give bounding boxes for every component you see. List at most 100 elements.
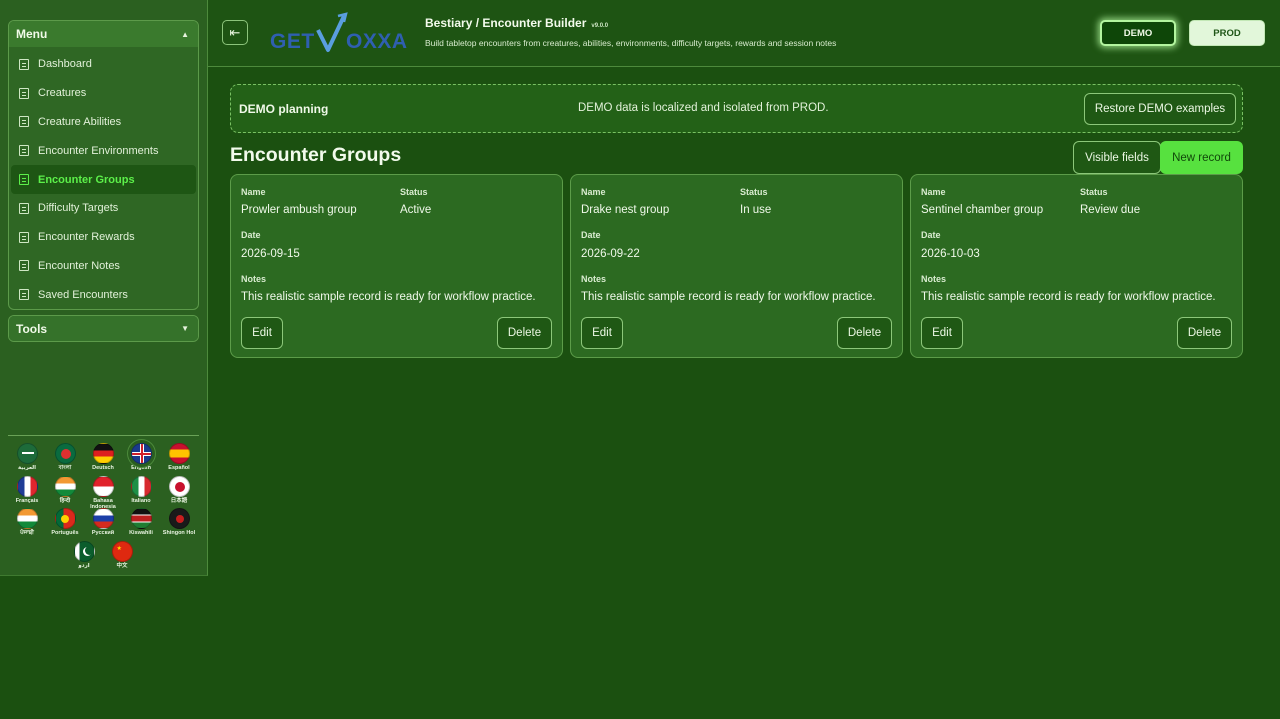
russia-flag-icon: [92, 508, 114, 529]
date-value: 2026-10-03: [921, 248, 980, 260]
portugal-flag-icon: [54, 508, 76, 529]
document-icon: [19, 145, 29, 157]
india-flag-icon: [16, 508, 38, 529]
status-value: Active: [400, 204, 432, 216]
language-english[interactable]: English: [124, 443, 158, 471]
language-urdu[interactable]: اردو: [67, 541, 101, 569]
prod-env-button[interactable]: PROD: [1189, 20, 1265, 46]
language-hindi[interactable]: हिन्दी: [48, 476, 82, 504]
notes-value: This realistic sample record is ready fo…: [241, 291, 536, 303]
restore-demo-button[interactable]: Restore DEMO examples: [1084, 93, 1236, 125]
status-value: Review due: [1080, 204, 1141, 216]
language-german[interactable]: Deutsch: [86, 443, 120, 471]
sidebar-item-difficulty-targets[interactable]: Difficulty Targets: [9, 194, 198, 223]
sidebar-item-creature-abilities[interactable]: Creature Abilities: [9, 108, 198, 137]
language-russian[interactable]: Русский: [86, 508, 120, 536]
language-chinese[interactable]: ★ 中文: [105, 541, 139, 569]
sidebar: Menu ▲ Dashboard Creatures Creature Abil…: [0, 0, 208, 576]
sidebar-item-saved-encounters[interactable]: Saved Encounters: [9, 280, 198, 309]
document-icon: [19, 87, 29, 99]
app-title: Bestiary / Encounter Builder v9.0.0: [425, 16, 608, 30]
date-label: Date: [581, 230, 601, 240]
name-value: Prowler ambush group: [241, 204, 357, 216]
language-label: ਪੰਜਾਬੀ: [20, 530, 34, 536]
language-label: اردو: [78, 563, 90, 569]
sidebar-item-label: Creatures: [38, 87, 87, 100]
uk-flag-icon: [130, 443, 152, 464]
app-title-text: Bestiary / Encounter Builder: [425, 16, 587, 30]
china-flag-icon: ★: [111, 541, 133, 562]
japan-flag-icon: [168, 476, 190, 497]
edit-button[interactable]: Edit: [241, 317, 283, 349]
notes-value: This realistic sample record is ready fo…: [921, 291, 1216, 303]
notes-label: Notes: [921, 274, 947, 284]
sidebar-item-encounter-rewards[interactable]: Encounter Rewards: [9, 223, 198, 252]
getvoxxa-logo: GET OXXA: [270, 12, 408, 53]
svg-text:OXXA: OXXA: [346, 30, 408, 53]
language-arabic[interactable]: العربية: [10, 443, 44, 471]
language-label: Português: [51, 530, 79, 536]
date-label: Date: [241, 230, 261, 240]
name-value: Sentinel chamber group: [921, 204, 1044, 216]
new-record-button[interactable]: New record: [1160, 141, 1243, 174]
language-label: Deutsch: [92, 465, 114, 471]
page-title: Encounter Groups: [230, 144, 402, 166]
sidebar-item-encounter-groups[interactable]: Encounter Groups: [11, 165, 196, 194]
italy-flag-icon: [130, 476, 152, 497]
saudi-flag-icon: [16, 443, 38, 464]
emblem-flag-icon: [168, 508, 190, 529]
status-label: Status: [400, 187, 428, 197]
visible-fields-button[interactable]: Visible fields: [1073, 141, 1161, 174]
language-punjabi[interactable]: ਪੰਜਾਬੀ: [10, 508, 44, 536]
date-label: Date: [921, 230, 941, 240]
sidebar-item-dashboard[interactable]: Dashboard: [9, 50, 198, 79]
language-italian[interactable]: Italiano: [124, 476, 158, 504]
sidebar-item-creatures[interactable]: Creatures: [9, 79, 198, 108]
banner-title: DEMO planning: [239, 102, 329, 116]
language-label: Shingon Hol: [162, 530, 196, 536]
name-label: Name: [921, 187, 946, 197]
language-shingon[interactable]: Shingon Hol: [162, 508, 196, 536]
language-portuguese[interactable]: Português: [48, 508, 82, 536]
delete-button[interactable]: Delete: [497, 317, 552, 349]
language-label: বাংলা: [58, 465, 72, 471]
france-flag-icon: [16, 476, 38, 497]
status-label: Status: [1080, 187, 1108, 197]
edit-button[interactable]: Edit: [921, 317, 963, 349]
sidebar-item-label: Encounter Environments: [38, 144, 159, 157]
germany-flag-icon: [92, 443, 114, 464]
delete-button[interactable]: Delete: [837, 317, 892, 349]
sidebar-item-label: Creature Abilities: [38, 115, 122, 128]
record-card: Name Sentinel chamber group Status Revie…: [910, 174, 1243, 358]
tools-panel: Tools ▼: [8, 315, 199, 342]
record-card: Name Prowler ambush group Status Active …: [230, 174, 563, 358]
language-label: English: [131, 465, 151, 471]
chevron-up-icon: ▲: [181, 29, 189, 39]
language-label: Kiswahili: [129, 530, 153, 536]
app-header: ⇤ GET OXXA Bestiary / Encounter Builder v…: [208, 0, 1280, 67]
delete-button[interactable]: Delete: [1177, 317, 1232, 349]
language-indonesian[interactable]: Bahasa Indonesia: [86, 476, 120, 510]
language-label: Français: [15, 498, 39, 504]
language-spanish[interactable]: Español: [162, 443, 196, 471]
sidebar-item-encounter-environments[interactable]: Encounter Environments: [9, 136, 198, 165]
date-value: 2026-09-15: [241, 248, 300, 260]
sidebar-item-encounter-notes[interactable]: Encounter Notes: [9, 252, 198, 281]
tools-panel-header[interactable]: Tools ▼: [9, 316, 198, 341]
language-label: हिन्दी: [59, 498, 71, 504]
demo-env-button[interactable]: DEMO: [1100, 20, 1176, 46]
name-value: Drake nest group: [581, 204, 670, 216]
language-swahili[interactable]: Kiswahili: [124, 508, 158, 536]
chevron-down-icon: ▼: [181, 324, 189, 333]
notes-value: This realistic sample record is ready fo…: [581, 291, 876, 303]
collapse-sidebar-button[interactable]: ⇤: [222, 20, 248, 45]
language-bengali[interactable]: বাংলা: [48, 443, 82, 471]
sidebar-item-label: Dashboard: [38, 58, 92, 71]
document-icon: [19, 174, 29, 186]
language-japanese[interactable]: 日本語: [162, 476, 196, 504]
menu-panel-header[interactable]: Menu ▲: [9, 21, 198, 47]
menu-panel: Menu ▲ Dashboard Creatures Creature Abil…: [8, 20, 199, 310]
language-french[interactable]: Français: [10, 476, 44, 504]
document-icon: [19, 116, 29, 128]
edit-button[interactable]: Edit: [581, 317, 623, 349]
